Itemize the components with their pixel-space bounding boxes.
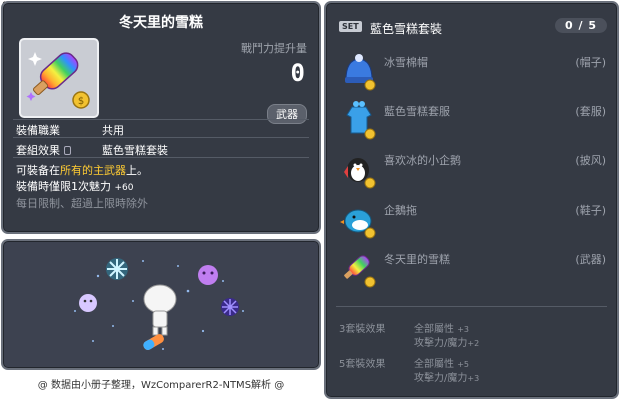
effect-value: +3 [467, 374, 480, 383]
set-effect-line: 全部屬性 +3 [414, 320, 469, 335]
desc-note: 每日限制、超過上限時除外 [16, 197, 148, 210]
piece-name: 企鵝拖 [384, 204, 417, 217]
set-effect-3-label: 3套裝效果 [339, 324, 386, 335]
purple-star-face-icon [198, 265, 218, 285]
set-count: 0 / 5 [555, 18, 607, 33]
set-effect-row: 套組效果 [16, 142, 71, 158]
piece-name: 冬天里的雪糕 [384, 253, 450, 266]
category-badge: 武器 [267, 104, 307, 124]
set-badge: SET [339, 21, 362, 32]
desc-text: 可裝备在 [16, 164, 60, 177]
combat-power-value: 0 [290, 59, 305, 87]
set-name: 藍色雪糕套裝 [370, 22, 443, 36]
set-effect-line: 全部屬性 +5 [414, 355, 469, 370]
set-piece: 藍色雪糕套服 (套服) [338, 99, 606, 141]
dark-snowflake-icon [221, 298, 239, 316]
piece-slot: (套服) [575, 105, 606, 118]
snowflake-icon [106, 258, 128, 280]
divider [336, 306, 607, 307]
piece-name: 冰雪棉帽 [384, 56, 428, 69]
job-value: 共用 [102, 124, 124, 137]
set-effect-line: 攻擊力/魔力+3 [414, 369, 479, 384]
character-preview [1, 239, 321, 370]
credit-text: @ 数据由小册子整理，WzComparerR2-NTMS解析 @ [37, 380, 285, 391]
svg-text:$: $ [78, 96, 84, 107]
piece-slot: (武器) [575, 253, 606, 266]
job-label: 裝備職業 [16, 124, 60, 137]
blue-overall-icon [346, 101, 376, 140]
effect-value: +2 [467, 339, 480, 348]
penguin-cape-icon [344, 158, 376, 189]
set-piece: 喜欢冰的小企鹅 (披风) [338, 148, 606, 190]
piece-name: 喜欢冰的小企鹅 [384, 154, 461, 167]
charm-bonus: +60 [114, 183, 134, 193]
avatar [143, 284, 177, 336]
white-star-face-icon [79, 294, 97, 312]
divider [13, 137, 309, 138]
effect-value: +3 [457, 325, 469, 334]
piece-name: 藍色雪糕套服 [384, 105, 450, 118]
item-title: 冬天里的雪糕 [119, 15, 203, 31]
effect-value: +5 [457, 360, 469, 369]
desc-highlight: 所有的主武器 [60, 164, 126, 177]
set-panel: SET 藍色雪糕套裝 0 / 5 冰雪棉帽 (帽子) 藍色雪糕套服 (套服) 喜… [324, 1, 619, 399]
rainbow-popsicle-icon: $ [26, 52, 90, 109]
divider [13, 157, 309, 158]
preview-scene [74, 258, 244, 350]
set-piece: 企鵝拖 (鞋子) [338, 198, 606, 240]
divider [13, 119, 309, 120]
item-tooltip: 冬天里的雪糕 $ 戰鬥力提升量 0 武器 裝備職業 共用 套組效果 藍色雪糕套裝… [1, 1, 321, 234]
lock-icon [64, 146, 71, 155]
set-effect-value: 藍色雪糕套裝 [102, 144, 168, 157]
item-icon-frame: $ [19, 38, 99, 118]
penguin-slipper-icon [340, 209, 376, 239]
blue-knit-hat-icon [345, 54, 376, 91]
rainbow-popsicle-icon [344, 255, 376, 288]
combat-power-label: 戰鬥力提升量 [241, 42, 307, 55]
desc-text: 上。 [126, 164, 148, 177]
piece-slot: (鞋子) [575, 204, 606, 217]
set-effect-5-label: 5套裝效果 [339, 359, 386, 370]
piece-slot: (帽子) [575, 56, 606, 69]
effect-stat: 攻擊力/魔力 [414, 373, 468, 384]
set-effect-line: 攻擊力/魔力+2 [414, 334, 479, 349]
set-piece: 冰雪棉帽 (帽子) [338, 50, 606, 92]
effect-stat: 攻擊力/魔力 [414, 338, 468, 349]
set-piece: 冬天里的雪糕 (武器) [338, 247, 606, 289]
item-description: 可裝备在所有的主武器上。 裝備時僅限1次魅力 +60 每日限制、超過上限時除外 [16, 163, 148, 212]
piece-slot: (披风) [575, 154, 606, 167]
desc-text: 裝備時僅限1次魅力 [16, 180, 111, 193]
set-effect-label: 套組效果 [16, 144, 60, 157]
